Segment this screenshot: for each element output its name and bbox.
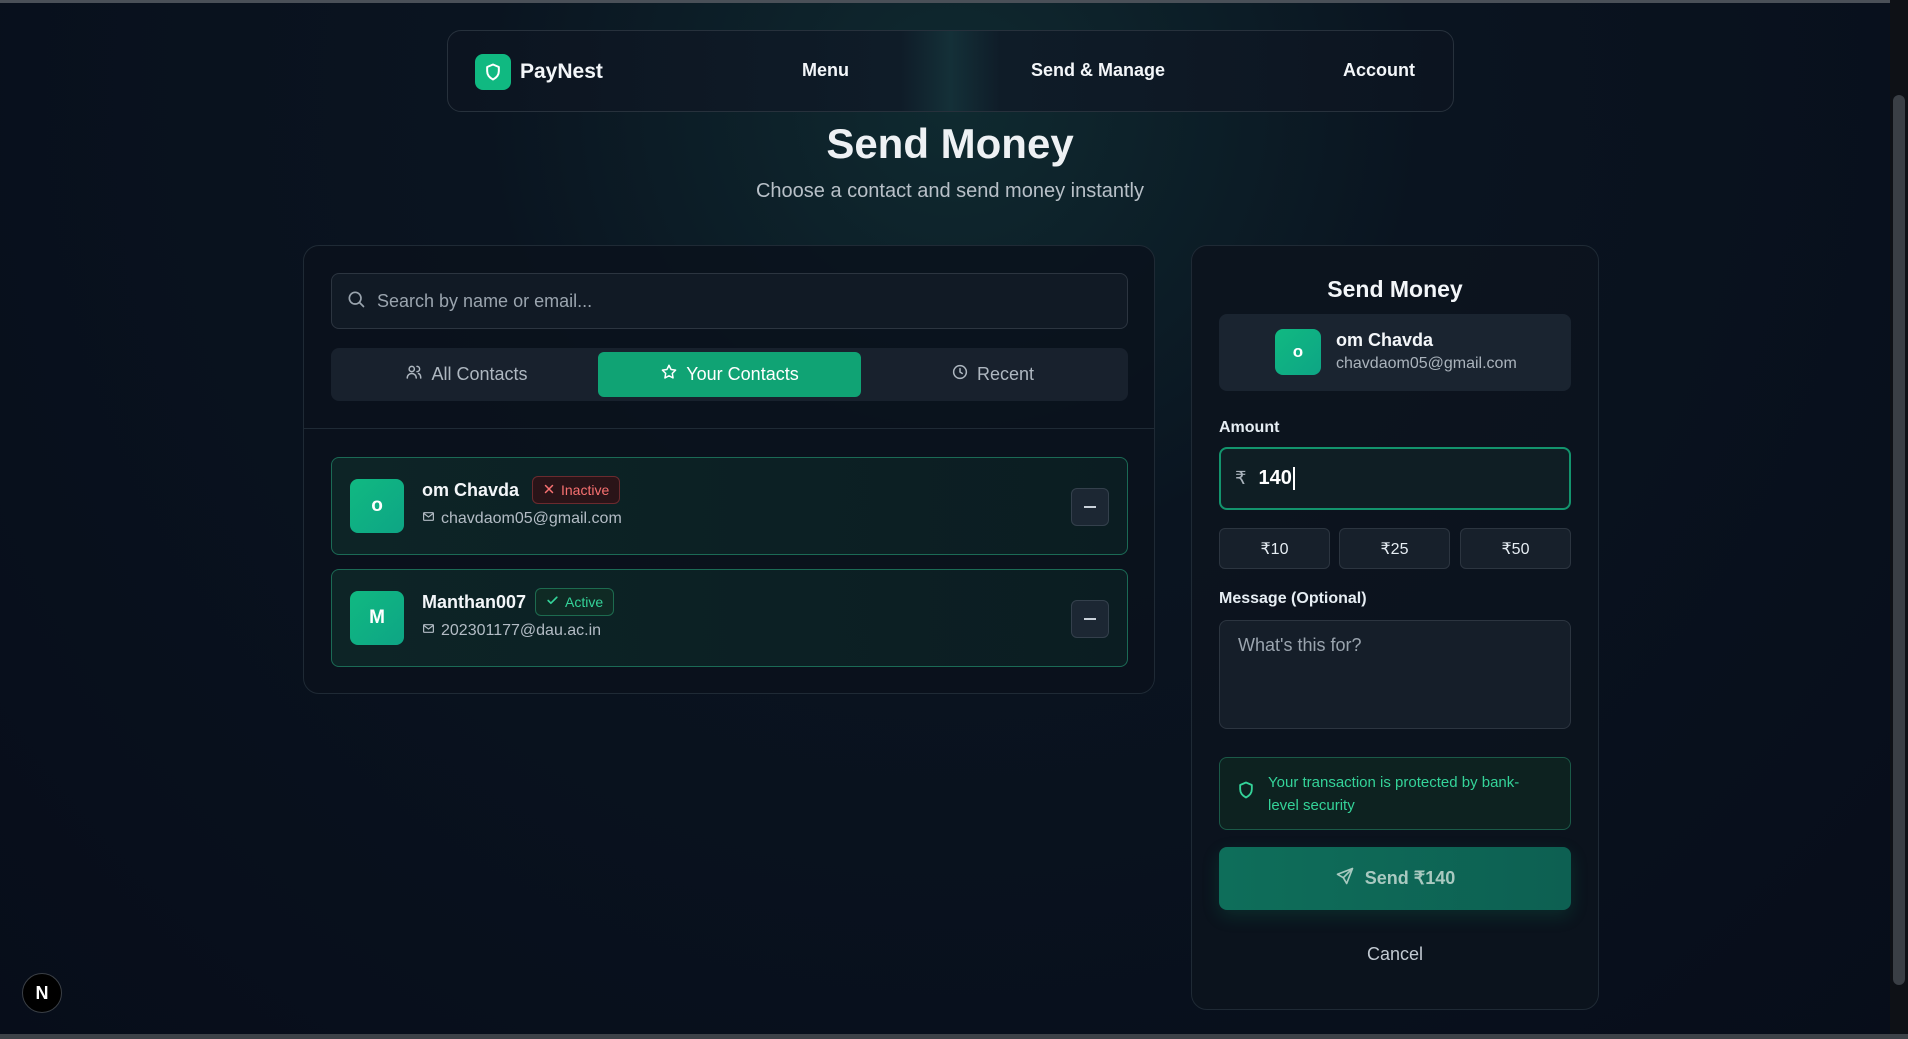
avatar: M [350, 591, 404, 645]
tab-all-contacts[interactable]: All Contacts [335, 352, 598, 397]
contact-name: om Chavda [422, 480, 520, 500]
contact-email: chavdaom05@gmail.com [422, 510, 622, 528]
x-icon [543, 482, 555, 498]
check-icon [546, 594, 559, 610]
clock-icon [951, 363, 969, 386]
contact-name: Manthan007 [422, 592, 527, 612]
users-icon [405, 363, 423, 386]
amount-input[interactable]: ₹ 140 [1219, 447, 1571, 510]
scrollbar[interactable] [1890, 0, 1908, 1039]
send-money-panel: Send Money o om Chavda chavdaom05@gmail.… [1191, 245, 1599, 1010]
window-top-border [0, 0, 1908, 3]
contact-card[interactable]: M Manthan007 Active 202301177@dau.ac.in [331, 569, 1128, 667]
send-button[interactable]: Send ₹140 [1219, 847, 1571, 910]
recipient-name: om Chavda [1336, 330, 1434, 350]
brand[interactable]: PayNest [475, 54, 603, 90]
shield-logo-icon [475, 54, 511, 90]
avatar: o [1275, 329, 1321, 375]
minus-icon [1084, 506, 1096, 508]
tab-label: All Contacts [431, 364, 528, 384]
message-label: Message (Optional) [1219, 590, 1367, 607]
page-subtitle: Choose a contact and send money instantl… [755, 180, 1145, 202]
tab-recent[interactable]: Recent [861, 352, 1124, 397]
tab-your-contacts[interactable]: Your Contacts [598, 352, 861, 397]
page-title: Send Money [826, 120, 1074, 167]
remove-contact-button[interactable] [1071, 600, 1109, 638]
contact-tabs: All Contacts Your Contacts Recent [331, 348, 1128, 401]
send-icon [1335, 866, 1355, 891]
avatar: o [350, 479, 404, 533]
nav-link-account[interactable]: Account [1343, 60, 1415, 81]
send-label: Send ₹140 [1364, 868, 1456, 888]
brand-name: PayNest [520, 60, 603, 83]
amount-label: Amount [1219, 419, 1280, 436]
nav-link-menu[interactable]: Menu [802, 60, 849, 81]
dev-tools-badge[interactable]: N [22, 973, 62, 1013]
quick-amount-button[interactable]: ₹25 [1339, 528, 1450, 569]
minus-icon [1084, 618, 1096, 620]
security-note: Your transaction is protected by bank-le… [1219, 757, 1571, 830]
message-textarea[interactable]: What's this for? [1219, 620, 1571, 729]
search-input[interactable] [377, 290, 1117, 312]
recipient-email: chavdaom05@gmail.com [1336, 355, 1517, 372]
amount-value: 140 [1258, 467, 1295, 490]
mail-icon [422, 510, 435, 528]
status-label: Inactive [561, 482, 610, 498]
contact-email: 202301177@dau.ac.in [422, 622, 601, 640]
contact-card[interactable]: o om Chavda Inactive chavdaom05@gmail.co… [331, 457, 1128, 555]
status-badge-active: Active [535, 588, 615, 616]
status-badge-inactive: Inactive [532, 476, 621, 504]
selected-recipient: o om Chavda chavdaom05@gmail.com [1219, 314, 1571, 391]
shield-icon [1236, 780, 1256, 807]
send-panel-title: Send Money [1327, 276, 1463, 302]
tab-label: Your Contacts [686, 364, 799, 384]
divider [304, 428, 1154, 429]
remove-contact-button[interactable] [1071, 488, 1109, 526]
tab-label: Recent [976, 364, 1035, 384]
top-navbar: PayNest Menu Send & Manage Account [447, 30, 1454, 112]
scrollbar-thumb[interactable] [1893, 95, 1905, 985]
cancel-button[interactable]: Cancel [1192, 944, 1598, 965]
star-icon [660, 363, 678, 386]
nav-link-send-manage[interactable]: Send & Manage [1031, 60, 1165, 81]
quick-amount-button[interactable]: ₹50 [1460, 528, 1571, 569]
quick-amount-button[interactable]: ₹10 [1219, 528, 1330, 569]
search-icon [346, 289, 366, 314]
contacts-panel: All Contacts Your Contacts Recent o om C… [303, 245, 1155, 694]
mail-icon [422, 622, 435, 640]
security-text: Your transaction is protected by bank-le… [1268, 773, 1520, 814]
status-label: Active [565, 594, 604, 610]
rupee-icon: ₹ [1235, 468, 1247, 488]
window-bottom-border [0, 1034, 1908, 1039]
email-text: 202301177@dau.ac.in [441, 622, 602, 639]
email-text: chavdaom05@gmail.com [441, 510, 622, 527]
search-box[interactable] [331, 273, 1128, 329]
